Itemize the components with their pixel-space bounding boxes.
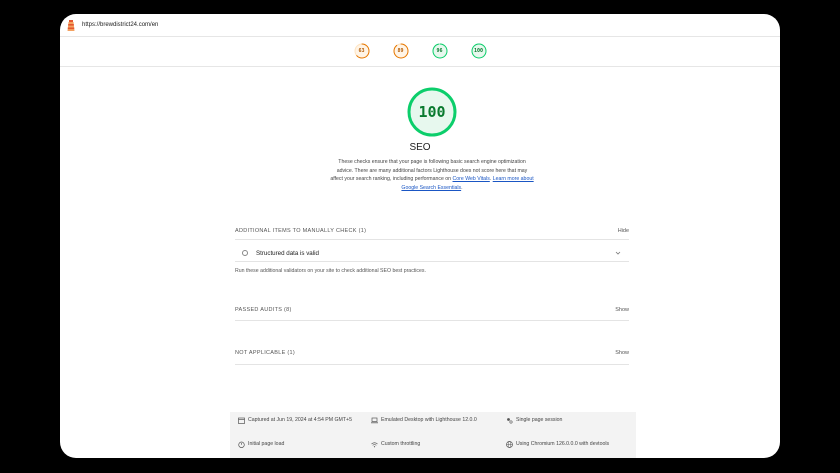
calendar-icon [238, 417, 245, 424]
globe-icon [506, 441, 513, 448]
browser-window: https://brewdistrict24.com/en 63 89 96 1… [60, 14, 780, 458]
gauge-accessibility[interactable]: 89 [388, 41, 414, 61]
gauge-score: 96 [436, 48, 443, 54]
session-icon [507, 418, 513, 424]
chromium-version: Using Chromium 126.0.0.0 with devtools [506, 440, 609, 449]
gauge-score: 63 [358, 48, 365, 54]
manual-checks-description: Run these additional validators on your … [235, 268, 426, 274]
emulated-text: Emulated Desktop with Lighthouse 12.0.0 [381, 417, 477, 423]
divider [235, 320, 629, 321]
captured-at: Captured at Jun 19, 2024 at 4:54 PM GMT+… [238, 416, 358, 425]
divider [235, 261, 629, 262]
laptop-icon [371, 417, 378, 424]
throttling-text: Custom throttling [381, 441, 421, 447]
session-text: Single page session [516, 417, 563, 423]
description-end: . [461, 184, 463, 191]
divider [235, 364, 629, 365]
not-applicable-header[interactable]: NOT APPLICABLE (1) Show [235, 350, 629, 356]
page-load: Initial page load [238, 440, 284, 449]
url-text: https://brewdistrict24.com/en [82, 22, 159, 28]
timer-icon [238, 441, 245, 448]
category-gauges: 63 89 96 100 [60, 38, 780, 68]
runtime-settings-footer: Captured at Jun 19, 2024 at 4:54 PM GMT+… [230, 412, 636, 458]
category-title: SEO [409, 142, 431, 153]
gauge-score: 100 [473, 48, 484, 54]
audit-structured-data[interactable]: Structured data is valid [235, 246, 629, 260]
page-load-text: Initial page load [248, 441, 285, 447]
manual-checks-header: ADDITIONAL ITEMS TO MANUALLY CHECK (1) H… [235, 228, 629, 234]
section-title: ADDITIONAL ITEMS TO MANUALLY CHECK (1) [235, 228, 367, 234]
seo-score: 100 [418, 103, 446, 121]
hide-toggle[interactable]: Hide [618, 228, 629, 234]
category-description: These checks ensure that your page is fo… [330, 158, 534, 192]
captured-text: Captured at Jun 19, 2024 at 4:54 PM GMT+… [248, 417, 352, 423]
divider [60, 66, 780, 67]
address-bar[interactable]: https://brewdistrict24.com/en [60, 14, 780, 37]
chevron-down-icon [615, 251, 621, 255]
gauge-performance[interactable]: 63 [349, 41, 375, 61]
gauge-score: 89 [397, 48, 404, 54]
section-title: PASSED AUDITS (8) [235, 307, 292, 313]
audit-title: Structured data is valid [256, 249, 319, 257]
gauge-best-practices[interactable]: 96 [427, 41, 453, 61]
session-type: Single page session [506, 416, 562, 425]
lighthouse-icon [67, 19, 75, 31]
show-toggle[interactable]: Show [615, 350, 629, 356]
gauge-seo[interactable]: 100 [460, 41, 497, 67]
section-title: NOT APPLICABLE (1) [235, 350, 296, 356]
passed-audits-header[interactable]: PASSED AUDITS (8) Show [235, 307, 629, 313]
chromium-text: Using Chromium 126.0.0.0 with devtools [516, 441, 610, 447]
show-toggle[interactable]: Show [615, 307, 629, 313]
throttling: Custom throttling [371, 440, 420, 449]
core-web-vitals-link[interactable]: Core Web Vitals [453, 176, 490, 182]
seo-score-gauge: 100 [406, 86, 458, 138]
wifi-icon [371, 442, 378, 448]
emulated-device: Emulated Desktop with Lighthouse 12.0.0 [371, 416, 477, 425]
manual-audit-icon [242, 250, 248, 256]
divider [235, 239, 629, 240]
